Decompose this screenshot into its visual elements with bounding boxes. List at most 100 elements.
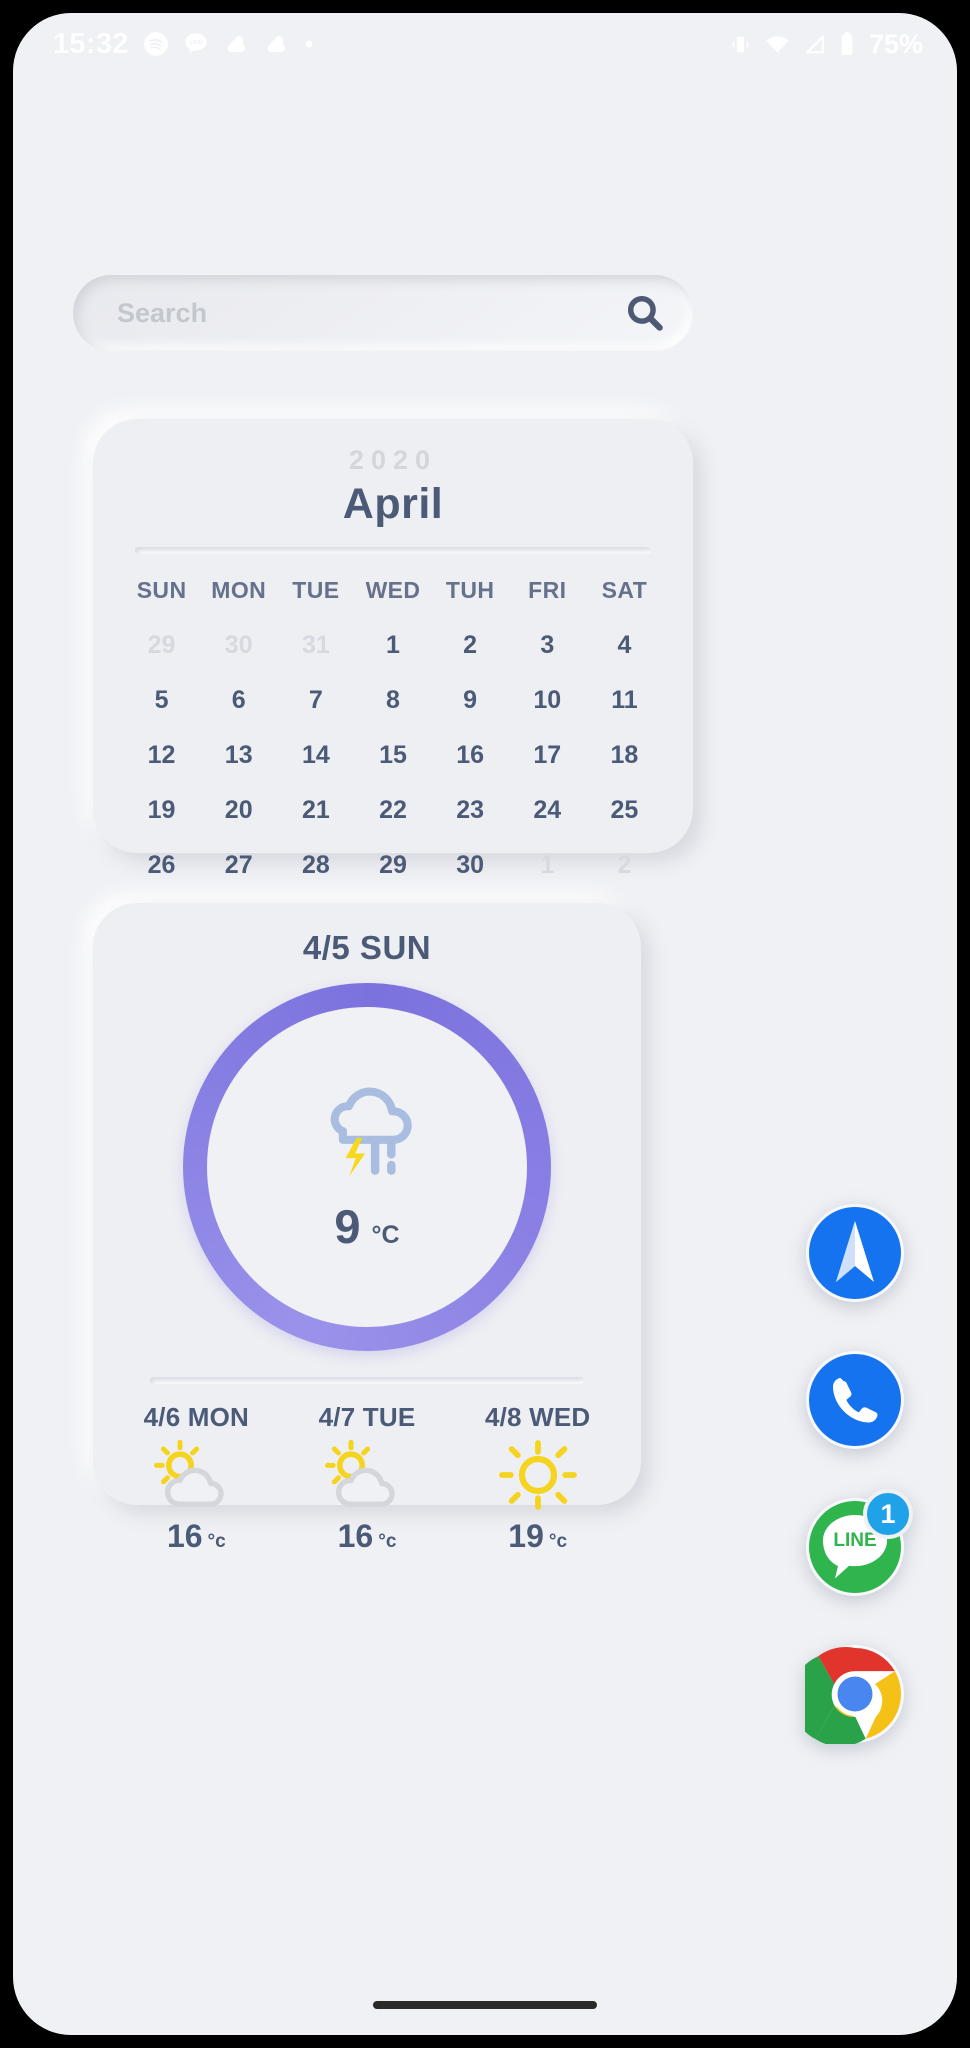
search-input[interactable] [117, 297, 623, 329]
battery-percent-label: 75% [868, 28, 923, 59]
calendar-month: April [342, 480, 444, 528]
calendar-weekday-fri: FRI [528, 577, 567, 603]
weather-forecast-row: 4/6 MON 16 °c 4/7 TUE 16 °c 4/8 WED 19 °c [111, 1402, 623, 1555]
app-badge-line: 1 [863, 1489, 913, 1539]
weather-temp-value: 9 [334, 1199, 361, 1253]
calendar-day-cell[interactable]: 19 [123, 783, 200, 838]
forecast-temp-unit: °c [548, 1531, 568, 1552]
calendar-day-cell[interactable]: 22 [354, 783, 431, 838]
calendar-weekday-header: SUN MON TUE WED TUH FRI SAT [123, 574, 663, 618]
calendar-weekday-mon: MON [211, 577, 267, 603]
forecast-item[interactable]: 4/6 MON 16 °c [111, 1402, 282, 1555]
calendar-weekday-wed: WED [365, 577, 421, 603]
weather-widget[interactable]: 4/5 SUN 9 °C 4/6 MON 16 °c 4/7 TUE 16 °c… [93, 903, 641, 1554]
calendar-day-cell[interactable]: 23 [432, 783, 509, 838]
calendar-day-cell[interactable]: 15 [354, 728, 431, 783]
phone-frame: 15:32 LINE 75% Search 2020 April SUN MON… [0, 0, 970, 2048]
svg-text:LINE: LINE [833, 1530, 876, 1551]
calendar-week-row: 12 13 14 15 16 17 18 [123, 728, 663, 783]
calendar-week-row: 19 20 21 22 23 24 25 [123, 783, 663, 838]
calendar-day-cell[interactable]: 24 [509, 783, 586, 838]
calendar-weekday-sat: SAT [601, 577, 648, 603]
calendar-day-cell[interactable]: 29 [123, 618, 200, 673]
forecast-temperature: 16 °c [338, 1518, 397, 1555]
calendar-week-row: 5 6 7 8 9 10 11 [123, 673, 663, 728]
app-icon-spark-mail[interactable] [805, 1203, 905, 1303]
weather-cloud-icon [227, 35, 245, 53]
calendar-weekday-tue: TUE [292, 577, 340, 603]
calendar-week-row: 26 27 28 29 30 1 2 [123, 838, 663, 893]
calendar-day-cell[interactable]: 2 [432, 618, 509, 673]
signal-icon [806, 35, 824, 53]
calendar-day-cell[interactable]: 11 [586, 673, 663, 728]
calendar-day-cell[interactable]: 25 [586, 783, 663, 838]
app-dock: LINE 1 [790, 1203, 913, 1747]
calendar-day-cell[interactable]: 30 [200, 618, 277, 673]
forecast-temp-unit: °c [207, 1531, 226, 1552]
weather-cloud-icon [267, 35, 285, 53]
calendar-day-cell[interactable]: 5 [123, 673, 200, 728]
forecast-temp-unit: °c [378, 1531, 397, 1552]
home-screen: 15:32 LINE 75% Search 2020 April SUN MON… [13, 13, 957, 2035]
home-gesture-indicator[interactable] [373, 2001, 597, 2009]
calendar-day-cell[interactable]: 7 [277, 673, 354, 728]
weather-current-ring: 9 °C [183, 983, 551, 1351]
partly-cloudy-icon [150, 1439, 242, 1516]
svg-text:LINE: LINE [189, 40, 202, 46]
calendar-day-cell[interactable]: 18 [586, 728, 663, 783]
calendar-day-cell[interactable]: 16 [432, 728, 509, 783]
status-bar-left: 15:32 LINE [53, 28, 315, 61]
partly-cloudy-icon [321, 1439, 413, 1516]
calendar-day-cell[interactable]: 21 [277, 783, 354, 838]
calendar-day-cell[interactable]: 31 [277, 618, 354, 673]
forecast-temp-value: 16 [337, 1518, 374, 1554]
calendar-weekday-sun: SUN [136, 577, 187, 603]
battery-icon [841, 32, 853, 55]
calendar-day-cell[interactable]: 28 [277, 838, 354, 893]
calendar-day-cell[interactable]: 2 [586, 838, 663, 893]
forecast-temperature: 19 °c [508, 1518, 567, 1555]
calendar-day-cell[interactable]: 3 [509, 618, 586, 673]
weather-date-title: 4/5 SUN [302, 929, 432, 966]
forecast-day-label: 4/8 WED [484, 1402, 591, 1432]
forecast-day-label: 4/6 MON [143, 1402, 250, 1432]
status-bar-right: 75% [728, 29, 923, 60]
search-bar[interactable] [73, 275, 693, 351]
thunderstorm-icon [330, 1087, 412, 1176]
calendar-day-cell[interactable]: 10 [509, 673, 586, 728]
calendar-day-cell[interactable]: 27 [200, 838, 277, 893]
forecast-temperature: 16 °c [167, 1518, 226, 1555]
calendar-day-cell[interactable]: 6 [200, 673, 277, 728]
calendar-day-cell[interactable]: 12 [123, 728, 200, 783]
app-icon-chrome[interactable] [790, 1644, 905, 1747]
app-icon-phone[interactable] [805, 1350, 905, 1450]
forecast-item[interactable]: 4/8 WED 19 °c [452, 1402, 623, 1555]
forecast-temp-value: 19 [508, 1518, 544, 1554]
calendar-widget[interactable]: 2020 April SUN MON TUE WED TUH FRI SAT 29 30 31 1… [93, 419, 693, 879]
calendar-day-cell[interactable]: 8 [354, 673, 431, 728]
sunny-icon [492, 1439, 584, 1516]
forecast-temp-value: 16 [166, 1518, 203, 1554]
forecast-item[interactable]: 4/7 TUE 16 °c [282, 1402, 453, 1555]
vibrate-icon [732, 36, 749, 52]
line-icon: LINE [185, 33, 207, 54]
calendar-day-cell[interactable]: 4 [586, 618, 663, 673]
calendar-day-cell[interactable]: 13 [200, 728, 277, 783]
dot-icon [305, 40, 313, 48]
calendar-day-cell[interactable]: 9 [432, 673, 509, 728]
calendar-grid: SUN MON TUE WED TUH FRI SAT 29 30 31 1 2 3 4 5 6 7 8 9 10 1… [123, 574, 663, 893]
calendar-day-cell[interactable]: 17 [509, 728, 586, 783]
calendar-day-cell[interactable]: 20 [200, 783, 277, 838]
calendar-day-cell[interactable]: 26 [123, 838, 200, 893]
calendar-day-cell[interactable]: 14 [277, 728, 354, 783]
calendar-day-cell[interactable]: 29 [354, 838, 431, 893]
spotify-icon [143, 32, 168, 56]
search-icon[interactable] [623, 291, 667, 335]
calendar-day-cell[interactable]: 1 [509, 838, 586, 893]
calendar-day-cell[interactable]: 1 [354, 618, 431, 673]
app-icon-line[interactable]: LINE 1 [805, 1489, 913, 1597]
calendar-year: 2020 [348, 445, 438, 475]
status-bar: 15:32 LINE 75% [13, 13, 957, 75]
calendar-day-cell[interactable]: 30 [432, 838, 509, 893]
calendar-week-row: 29 30 31 1 2 3 4 [123, 618, 663, 673]
